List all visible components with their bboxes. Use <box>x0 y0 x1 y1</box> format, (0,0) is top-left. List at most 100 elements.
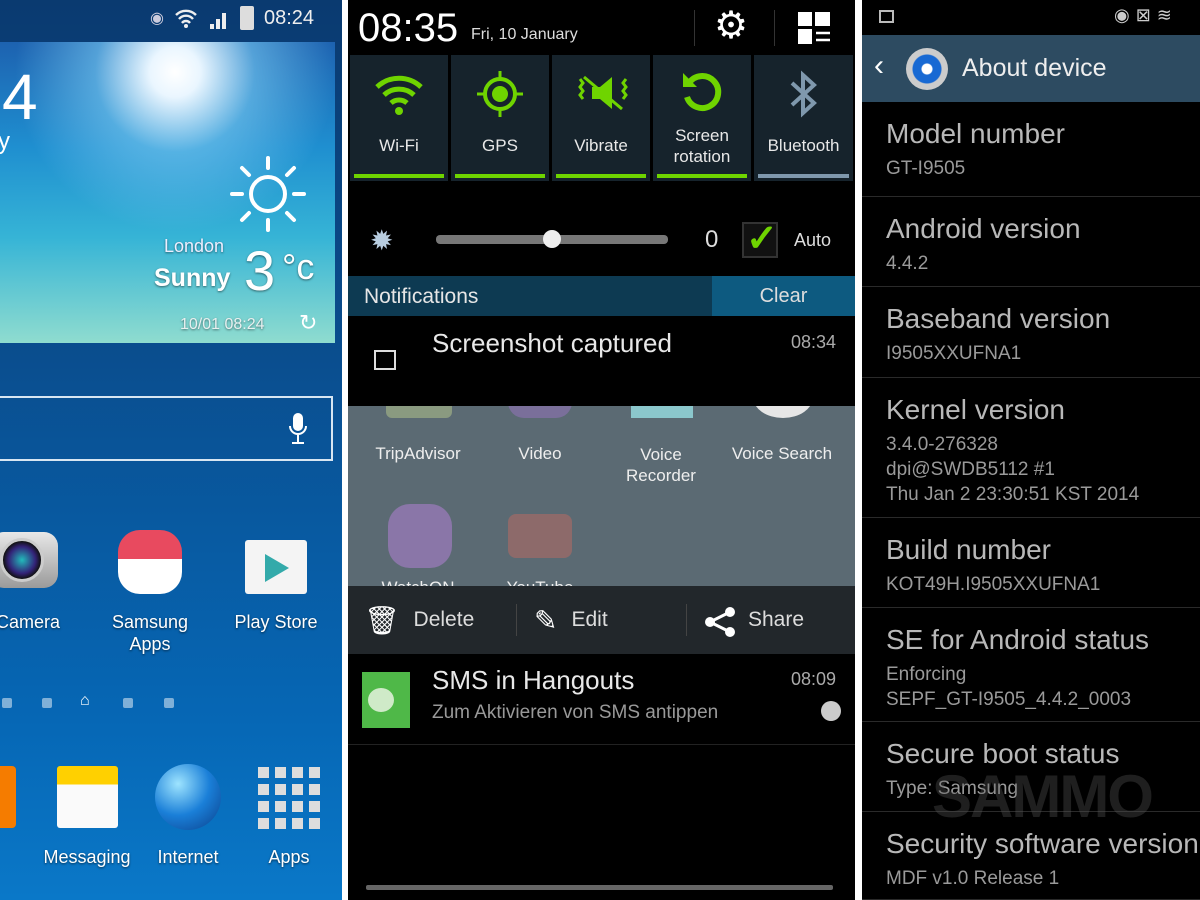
back-arrow-icon[interactable]: ‹ <box>874 49 884 83</box>
page-dot[interactable] <box>164 698 174 708</box>
edit-button[interactable]: ✎ Edit <box>534 604 608 637</box>
item-label: Build number <box>886 534 1051 565</box>
voice-recorder-icon <box>631 406 693 418</box>
play-store-icon[interactable] <box>245 540 307 594</box>
page-dot[interactable] <box>2 698 12 708</box>
notification-time: 08:09 <box>791 669 837 689</box>
pencil-icon: ✎ <box>534 605 558 636</box>
notification-screenshot[interactable]: Screenshot captured 08:34 <box>348 316 855 406</box>
youtube-icon <box>508 514 572 558</box>
preview-app-label: Voice Recorder <box>626 445 696 485</box>
about-item[interactable]: Kernel version 3.4.0-276328 dpi@SWDB5112 … <box>862 378 1200 518</box>
share-icon <box>705 607 735 637</box>
divider <box>686 604 687 636</box>
about-device-screen: ◉⊠≋ ‹ About device Model number GT-I9505 A… <box>862 0 1200 900</box>
preview-app-label: Voice Search <box>731 444 833 463</box>
google-search-bar[interactable] <box>0 396 333 461</box>
app-label-camera[interactable]: Camera <box>0 611 83 633</box>
item-value: Enforcing SEPF_GT-I9505_4.4.2_0003 <box>886 664 1132 710</box>
brightness-slider[interactable] <box>436 230 668 248</box>
item-value: 4.4.2 <box>886 253 929 274</box>
status-bar: ◉ 08:24 <box>150 6 314 30</box>
internet-globe-icon[interactable] <box>155 764 221 830</box>
brightness-slider-thumb[interactable] <box>543 230 561 248</box>
about-item[interactable]: Model number GT-I9505 <box>862 102 1200 197</box>
dock-label-apps[interactable]: Apps <box>234 846 342 868</box>
delete-label: Delete <box>413 608 475 631</box>
notification-panel: 08:35 Fri, 10 January ⚙ Wi-Fi GPS Vibrat… <box>348 0 855 900</box>
toggle-label: Wi-Fi <box>379 136 419 155</box>
toggle-indicator <box>455 174 545 178</box>
refresh-icon[interactable]: ↻ <box>299 310 317 336</box>
watchon-icon <box>388 504 452 568</box>
trash-icon: 🗑 <box>364 605 400 636</box>
share-button[interactable]: Share <box>704 606 804 638</box>
item-value: MDF v1.0 Release 1 <box>886 868 1060 889</box>
dock-label-internet[interactable]: Internet <box>133 846 243 868</box>
page-dot[interactable] <box>123 698 133 708</box>
contacts-icon[interactable] <box>0 766 16 828</box>
screenshot-preview: TripAdvisor Video Voice Recorder Voice S… <box>348 406 855 586</box>
auto-label: Auto <box>794 230 832 250</box>
sammobile-watermark: SAMMO <box>932 763 1154 830</box>
toggle-gps[interactable]: GPS <box>451 55 549 181</box>
item-value: GT-I9505 <box>886 158 966 179</box>
apps-grid-icon[interactable] <box>258 767 322 829</box>
about-item[interactable]: Baseband version I9505XXUFNA1 <box>862 287 1200 378</box>
quick-settings-grid-icon[interactable] <box>798 12 832 46</box>
home-page-icon[interactable]: ⌂ <box>80 692 90 710</box>
settings-gear-icon <box>906 48 948 90</box>
hangouts-icon <box>362 672 410 728</box>
tripadvisor-icon <box>386 406 452 418</box>
eye-icon: ◉ <box>150 10 164 27</box>
about-item[interactable]: Android version 4.4.2 <box>862 197 1200 287</box>
status-icons: ◉⊠≋ <box>1114 5 1178 25</box>
divider <box>516 604 517 636</box>
clear-button[interactable]: Clear <box>712 276 855 316</box>
gps-icon <box>477 71 523 117</box>
clock-day: y <box>0 128 10 155</box>
about-item[interactable]: Build number KOT49H.I9505XXUFNA1 <box>862 518 1200 608</box>
preview-app-label: YouTube <box>485 578 595 586</box>
weather-city: London <box>164 236 225 256</box>
messaging-icon[interactable] <box>57 766 118 828</box>
preview-app-label: WatchON <box>363 578 473 586</box>
delete-button[interactable]: 🗑 Delete <box>364 604 474 637</box>
auto-brightness-checkbox[interactable]: ✓ <box>742 218 778 260</box>
toggle-wifi[interactable]: Wi-Fi <box>350 55 448 181</box>
app-label-samsung-apps[interactable]: Samsung Apps <box>95 611 205 655</box>
notifications-header: Notifications Clear <box>348 276 855 316</box>
dock-label-contacts[interactable]: cts <box>0 846 25 868</box>
toggle-indicator <box>657 174 747 178</box>
item-label: Android version <box>886 213 1081 244</box>
panel-drag-handle[interactable] <box>366 885 833 890</box>
divider <box>774 10 775 46</box>
settings-gear-icon[interactable]: ⚙ <box>714 6 748 46</box>
dock-label-messaging[interactable]: Messaging <box>32 846 142 868</box>
toggle-label: Vibrate <box>574 136 628 155</box>
about-item[interactable]: SE for Android status Enforcing SEPF_GT-I… <box>862 608 1200 722</box>
item-value: KOT49H.I9505XXUFNA1 <box>886 574 1101 595</box>
toggle-bluetooth[interactable]: Bluetooth <box>754 55 853 181</box>
toggle-screen-rotation[interactable]: Screen rotation <box>653 55 751 181</box>
status-time: 08:24 <box>263 6 315 29</box>
weather-temp: 3 <box>244 239 276 302</box>
weather-widget[interactable]: 4 y London Sunny 3 °c 10/01 08:24 ↻ <box>0 42 335 343</box>
toggle-vibrate[interactable]: Vibrate <box>552 55 650 181</box>
notification-sms-hangouts[interactable]: SMS in Hangouts Zum Aktivieren von SMS a… <box>348 655 855 745</box>
app-label-play-store[interactable]: Play Store <box>221 611 331 633</box>
preview-app-label: Video <box>518 444 562 463</box>
screenshot-actions: 🗑 Delete ✎ Edit Share <box>348 586 855 654</box>
toggle-indicator <box>354 174 444 178</box>
samsung-apps-icon[interactable] <box>118 530 182 594</box>
item-label: SE for Android status <box>886 624 1150 655</box>
page-dot[interactable] <box>42 698 52 708</box>
notification-title: Screenshot captured <box>432 328 672 358</box>
camera-icon[interactable] <box>0 532 58 588</box>
signal-icon <box>209 13 226 29</box>
screenshot-notification-icon <box>879 10 894 23</box>
panel-date: Fri, 10 January <box>471 26 578 43</box>
microphone-icon[interactable] <box>288 412 308 446</box>
wifi-icon <box>375 75 423 115</box>
auto-brightness-icon: ✹ <box>370 225 394 256</box>
